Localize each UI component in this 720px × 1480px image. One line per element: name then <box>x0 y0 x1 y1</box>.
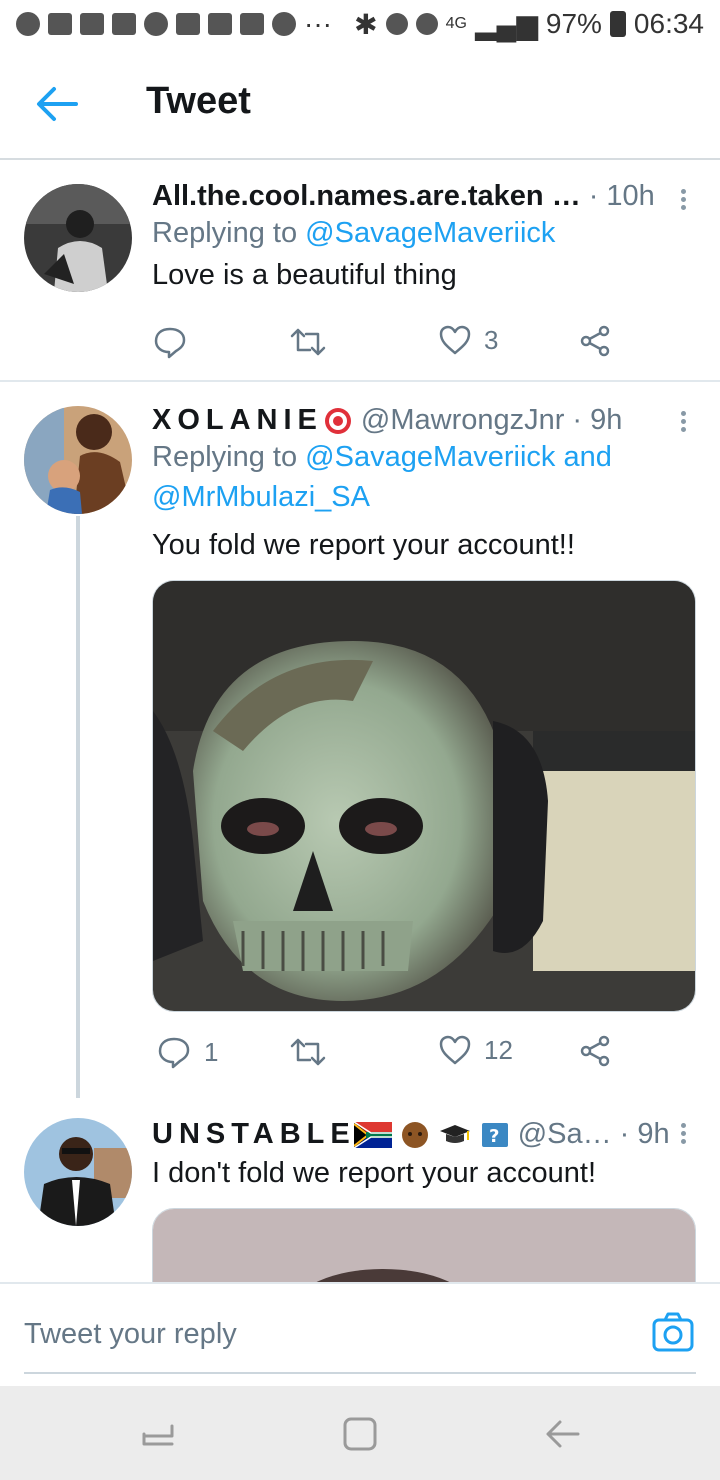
mention-link[interactable]: @MrMbulazi_SA <box>152 481 370 513</box>
tweet-text: You fold we report your account!! <box>152 529 575 561</box>
facebook-icon <box>16 12 40 36</box>
bluetooth-icon: ✱ <box>354 8 378 40</box>
share-icon <box>580 325 610 357</box>
heart-icon <box>439 325 471 355</box>
shopping-icon <box>176 13 200 35</box>
network-type: 4G <box>445 15 467 32</box>
graduation-cap-icon <box>439 1124 470 1143</box>
tweet-header: XOLANIE @MawrongzJnr · 9h <box>152 404 696 437</box>
tweet-time: · 9h <box>572 404 623 436</box>
replying-to-label: Replying to <box>152 441 306 473</box>
more-options-icon[interactable] <box>678 408 688 438</box>
alarm-icon <box>415 13 438 35</box>
more-options-icon[interactable] <box>678 186 688 216</box>
battery-icon <box>609 11 626 37</box>
reply-count: 1 <box>204 1036 219 1067</box>
tweet-text: I don't fold we report your account! <box>152 1157 597 1189</box>
share-icon <box>580 1035 610 1067</box>
news-icon <box>48 13 72 35</box>
system-nav-bar <box>0 1386 720 1480</box>
tweet-item[interactable]: XOLANIE @MawrongzJnr · 9h Replying to @S… <box>0 382 720 1102</box>
avatar[interactable] <box>24 406 132 514</box>
retweet-button[interactable] <box>288 1034 328 1070</box>
like-button[interactable]: 3 <box>438 324 498 356</box>
reply-input[interactable]: Tweet your reply <box>24 1304 696 1374</box>
tweet-time: · 9h <box>619 1118 670 1150</box>
retweet-icon <box>290 328 326 356</box>
tweet-item[interactable]: All.the.cool.names.are.taken … · 10h Rep… <box>0 162 720 382</box>
south-africa-flag-icon <box>353 1121 392 1148</box>
replying-to: Replying to @SavageMaveriick and @MrMbul… <box>152 437 696 517</box>
mention-link[interactable]: @SavageMaveriick <box>305 441 555 473</box>
tweet-time: · 10h <box>588 180 655 212</box>
settings-icon <box>144 12 168 36</box>
reply-button[interactable]: 1 <box>156 1034 218 1070</box>
signal-icon: ▂▄▆ <box>474 8 538 40</box>
reply-composer: Tweet your reply <box>0 1282 720 1386</box>
mention-link[interactable]: @SavageMaveriick <box>305 217 555 249</box>
recent-apps-icon[interactable] <box>138 1414 178 1454</box>
replying-to: Replying to @SavageMaveriick <box>152 213 696 253</box>
retweet-button[interactable] <box>288 324 328 360</box>
like-count: 12 <box>484 1034 513 1065</box>
tweet-actions: 3 <box>152 324 622 364</box>
battery-percent: 97% <box>545 8 602 39</box>
whatsapp-icon <box>272 12 296 36</box>
news-icon <box>112 13 136 35</box>
arrow-left-icon[interactable] <box>34 84 78 124</box>
avatar[interactable] <box>24 184 132 292</box>
reply-icon <box>158 1037 190 1069</box>
tweet-media-image[interactable] <box>152 1208 696 1282</box>
user-handle[interactable]: @Sa… <box>518 1118 612 1151</box>
camera-icon[interactable] <box>652 1312 694 1352</box>
shopping-icon <box>208 13 232 35</box>
unknown-flag-icon: ? <box>481 1122 508 1147</box>
heart-icon <box>439 1035 471 1065</box>
tweet-header: All.the.cool.names.are.taken … · 10h <box>152 180 696 213</box>
tweet-actions: 1 12 <box>152 1034 622 1074</box>
share-button[interactable] <box>578 324 612 358</box>
like-button[interactable]: 12 <box>438 1034 513 1066</box>
shopping-icon <box>240 13 264 35</box>
back-icon[interactable] <box>542 1414 582 1454</box>
svg-text:?: ? <box>489 1126 499 1147</box>
system-icons: ✱ 4G ▂▄▆ 97% 06:34 <box>354 8 704 41</box>
user-handle[interactable]: @MawrongzJnr <box>361 404 565 437</box>
clock: 06:34 <box>633 8 704 39</box>
display-name[interactable]: All.the.cool.names.are.taken … <box>152 180 581 213</box>
mute-icon <box>385 13 408 35</box>
news-icon <box>80 13 104 35</box>
page-title: Tweet <box>146 80 251 122</box>
notification-icons: ··· <box>16 8 332 40</box>
home-icon[interactable] <box>340 1414 380 1454</box>
tweet-text: Love is a beautiful thing <box>152 259 457 291</box>
like-count: 3 <box>484 324 499 355</box>
reply-icon <box>154 327 186 359</box>
top-app-bar: Tweet <box>0 48 720 160</box>
avatar[interactable] <box>24 1118 132 1226</box>
display-name[interactable]: UNSTABLE <box>152 1118 356 1151</box>
reply-join: and <box>555 441 612 473</box>
target-emoji-icon <box>324 407 351 434</box>
reply-button[interactable] <box>152 324 188 360</box>
tweet-header: UNSTABLE ? @Sa… · 9h <box>152 1118 696 1151</box>
tweet-media-image[interactable] <box>152 580 696 1012</box>
status-bar: ··· ✱ 4G ▂▄▆ 97% 06:34 <box>0 0 720 48</box>
retweet-icon <box>290 1038 326 1066</box>
person-emoji-icon <box>401 1121 428 1148</box>
share-button[interactable] <box>578 1034 612 1068</box>
display-name[interactable]: XOLANIE <box>152 404 323 437</box>
replying-to-label: Replying to <box>152 217 306 249</box>
more-options-icon[interactable] <box>678 1120 688 1150</box>
tweet-item[interactable]: UNSTABLE ? @Sa… · 9h I don't fold we rep… <box>0 1102 720 1282</box>
overflow-dots: ··· <box>304 8 332 39</box>
